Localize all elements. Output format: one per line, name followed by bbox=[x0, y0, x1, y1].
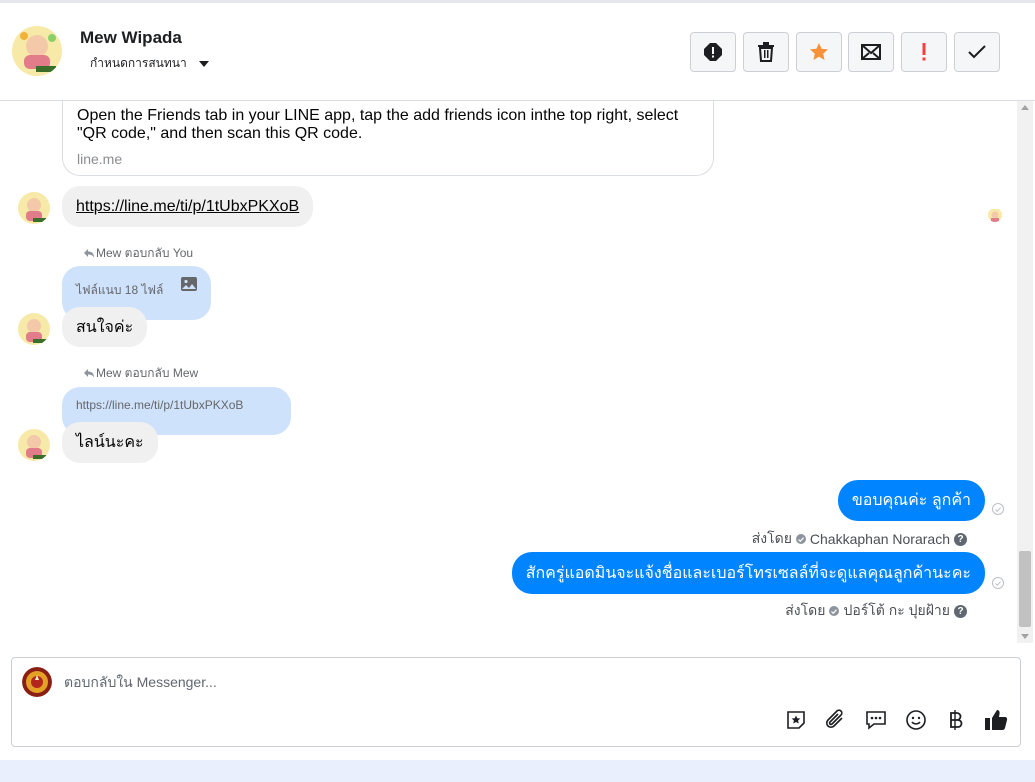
attachment-icon bbox=[825, 709, 843, 729]
scroll-down-arrow-icon[interactable] bbox=[1021, 634, 1029, 639]
image-icon bbox=[181, 277, 197, 291]
mark-unread-button[interactable] bbox=[848, 32, 894, 72]
sender-name[interactable]: ปอร์โต้ กะ ปุยฝ้าย bbox=[843, 600, 950, 622]
sent-status-icon bbox=[992, 577, 1004, 589]
reply-input[interactable] bbox=[64, 674, 664, 690]
contact-avatar-small bbox=[18, 313, 50, 345]
attach-button[interactable] bbox=[824, 708, 848, 732]
message-text: ไลน์นะคะ bbox=[76, 434, 144, 451]
saved-replies-button[interactable] bbox=[864, 708, 888, 732]
thread-scrollbar[interactable] bbox=[1017, 101, 1033, 643]
sticker-button[interactable] bbox=[784, 708, 808, 732]
message-thread[interactable]: Open the Friends tab in your LINE app, t… bbox=[0, 101, 1017, 643]
message-bubble-link[interactable]: https://line.me/ti/p/1tUbxPKXoB bbox=[62, 186, 314, 227]
outgoing-message-bubble[interactable]: สักครู่แอดมินจะแจ้งชื่อและเบอร์โทรเซลล์ท… bbox=[511, 552, 985, 594]
help-icon[interactable]: ? bbox=[954, 604, 967, 618]
contact-avatar[interactable] bbox=[12, 26, 62, 76]
sent-by-line: ส่งโดย ปอร์โต้ กะ ปุยฝ้าย ? bbox=[785, 600, 967, 622]
message-text: ขอบคุณค่ะ ลูกค้า bbox=[851, 492, 971, 509]
reply-composer bbox=[11, 657, 1021, 747]
reply-indicator-text: Mew ตอบกลับ Mew bbox=[96, 366, 199, 380]
sticker-icon bbox=[787, 711, 805, 729]
conversation-subtitle: กำหนดการสนทนา bbox=[90, 56, 187, 70]
like-button[interactable] bbox=[984, 708, 1008, 732]
reply-indicator: Mew ตอบกลับ You bbox=[84, 244, 193, 263]
outgoing-message-bubble[interactable]: ขอบคุณค่ะ ลูกค้า bbox=[837, 480, 985, 521]
conversation-header: Mew Wipada กำหนดการสนทนา bbox=[0, 3, 1035, 101]
payment-button[interactable] bbox=[944, 708, 968, 732]
bottom-bar bbox=[0, 760, 1035, 782]
link-preview-card[interactable]: Open the Friends tab in your LINE app, t… bbox=[62, 101, 714, 176]
message-bubble[interactable]: สนใจค่ะ bbox=[62, 307, 148, 347]
delete-button[interactable] bbox=[743, 32, 789, 72]
emoji-button[interactable] bbox=[904, 708, 928, 732]
saved-replies-icon bbox=[866, 711, 886, 730]
verified-check-icon bbox=[829, 606, 840, 616]
follow-up-button[interactable] bbox=[901, 32, 947, 72]
baht-icon bbox=[950, 710, 963, 730]
page-avatar bbox=[22, 667, 52, 697]
envelope-icon bbox=[861, 44, 881, 60]
link-preview-description: Open the Friends tab in your LINE app, t… bbox=[77, 107, 679, 142]
contact-avatar-small bbox=[18, 429, 50, 461]
message-text: สักครู่แอดมินจะแจ้งชื่อและเบอร์โทรเซลล์ท… bbox=[525, 564, 971, 582]
reply-indicator-text: Mew ตอบกลับ You bbox=[96, 246, 194, 260]
reply-indicator: Mew ตอบกลับ Mew bbox=[84, 364, 198, 383]
caret-down-icon bbox=[198, 60, 209, 67]
help-icon[interactable]: ? bbox=[954, 532, 967, 546]
composer-toolbar bbox=[784, 708, 1008, 732]
message-bubble[interactable]: ไลน์นะคะ bbox=[62, 422, 158, 463]
conversation-actions-dropdown[interactable]: กำหนดการสนทนา bbox=[90, 54, 209, 73]
emoji-icon bbox=[906, 710, 926, 730]
scrollbar-thumb[interactable] bbox=[1019, 551, 1031, 627]
exclamation-icon bbox=[922, 43, 926, 61]
quoted-text: https://line.me/ti/p/1tUbxPKXoB bbox=[76, 398, 244, 412]
star-icon bbox=[810, 43, 828, 60]
check-icon bbox=[968, 45, 986, 59]
message-link[interactable]: https://line.me/ti/p/1tUbxPKXoB bbox=[76, 198, 299, 216]
trash-icon bbox=[758, 42, 774, 62]
sender-name[interactable]: Chakkaphan Norarach bbox=[810, 531, 950, 547]
contact-name: Mew Wipada bbox=[80, 28, 182, 47]
quoted-text: ไฟล์แนบ 18 ไฟล์ bbox=[76, 283, 164, 297]
link-preview-domain: line.me bbox=[77, 151, 123, 167]
reply-arrow-icon bbox=[84, 249, 94, 258]
star-button[interactable] bbox=[796, 32, 842, 72]
sent-status-icon bbox=[992, 503, 1004, 515]
read-receipt-avatar bbox=[988, 208, 1002, 222]
message-text: สนใจค่ะ bbox=[76, 318, 134, 336]
messenger-window: Mew Wipada กำหนดการสนทนา Open the Friend… bbox=[0, 0, 1035, 782]
sent-by-label: ส่งโดย bbox=[785, 602, 826, 618]
sent-by-label: ส่งโดย bbox=[751, 530, 792, 546]
scroll-up-arrow-icon[interactable] bbox=[1021, 105, 1029, 110]
mark-done-button[interactable] bbox=[954, 32, 1000, 72]
mark-spam-button[interactable] bbox=[690, 32, 736, 72]
sent-by-line: ส่งโดย Chakkaphan Norarach ? bbox=[752, 528, 967, 550]
alert-icon bbox=[704, 43, 722, 61]
verified-check-icon bbox=[795, 534, 806, 544]
reply-arrow-icon bbox=[84, 369, 94, 378]
contact-avatar-small bbox=[18, 192, 50, 224]
like-icon bbox=[985, 710, 1008, 730]
